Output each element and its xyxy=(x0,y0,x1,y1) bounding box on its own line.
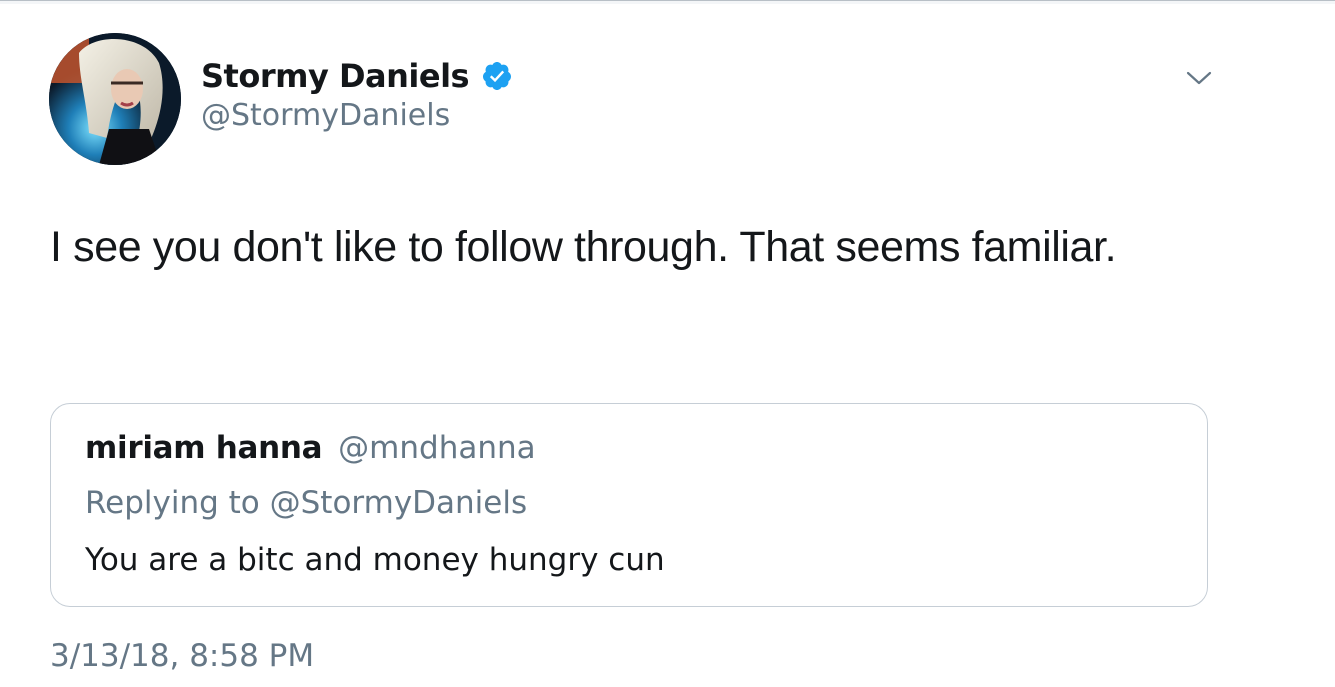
quoted-tweet-header: miriam hanna @mndhanna xyxy=(85,430,536,466)
chevron-down-icon xyxy=(1186,71,1212,85)
more-options-button[interactable] xyxy=(1181,62,1217,94)
avatar-image xyxy=(49,33,181,165)
quoted-author-name: miriam hanna xyxy=(85,430,323,466)
quoted-author-handle: @mndhanna xyxy=(338,430,536,466)
quoted-tweet-text: You are a bitc and money hungry cun xyxy=(85,542,665,578)
quoted-replying-to: Replying to @StormyDaniels xyxy=(85,485,528,521)
avatar[interactable] xyxy=(49,33,181,165)
tweet-text: I see you don't like to follow through. … xyxy=(50,223,1117,271)
author-handle[interactable]: @StormyDaniels xyxy=(201,98,450,133)
author-name-row[interactable]: Stormy Daniels xyxy=(201,55,513,97)
verified-badge-icon xyxy=(483,62,512,90)
author-display-name[interactable]: Stormy Daniels xyxy=(201,57,470,95)
top-divider xyxy=(0,0,1335,4)
tweet-timestamp[interactable]: 3/13/18, 8:58 PM xyxy=(50,638,314,674)
quoted-tweet-card[interactable]: miriam hanna @mndhanna Replying to @Stor… xyxy=(50,403,1208,607)
